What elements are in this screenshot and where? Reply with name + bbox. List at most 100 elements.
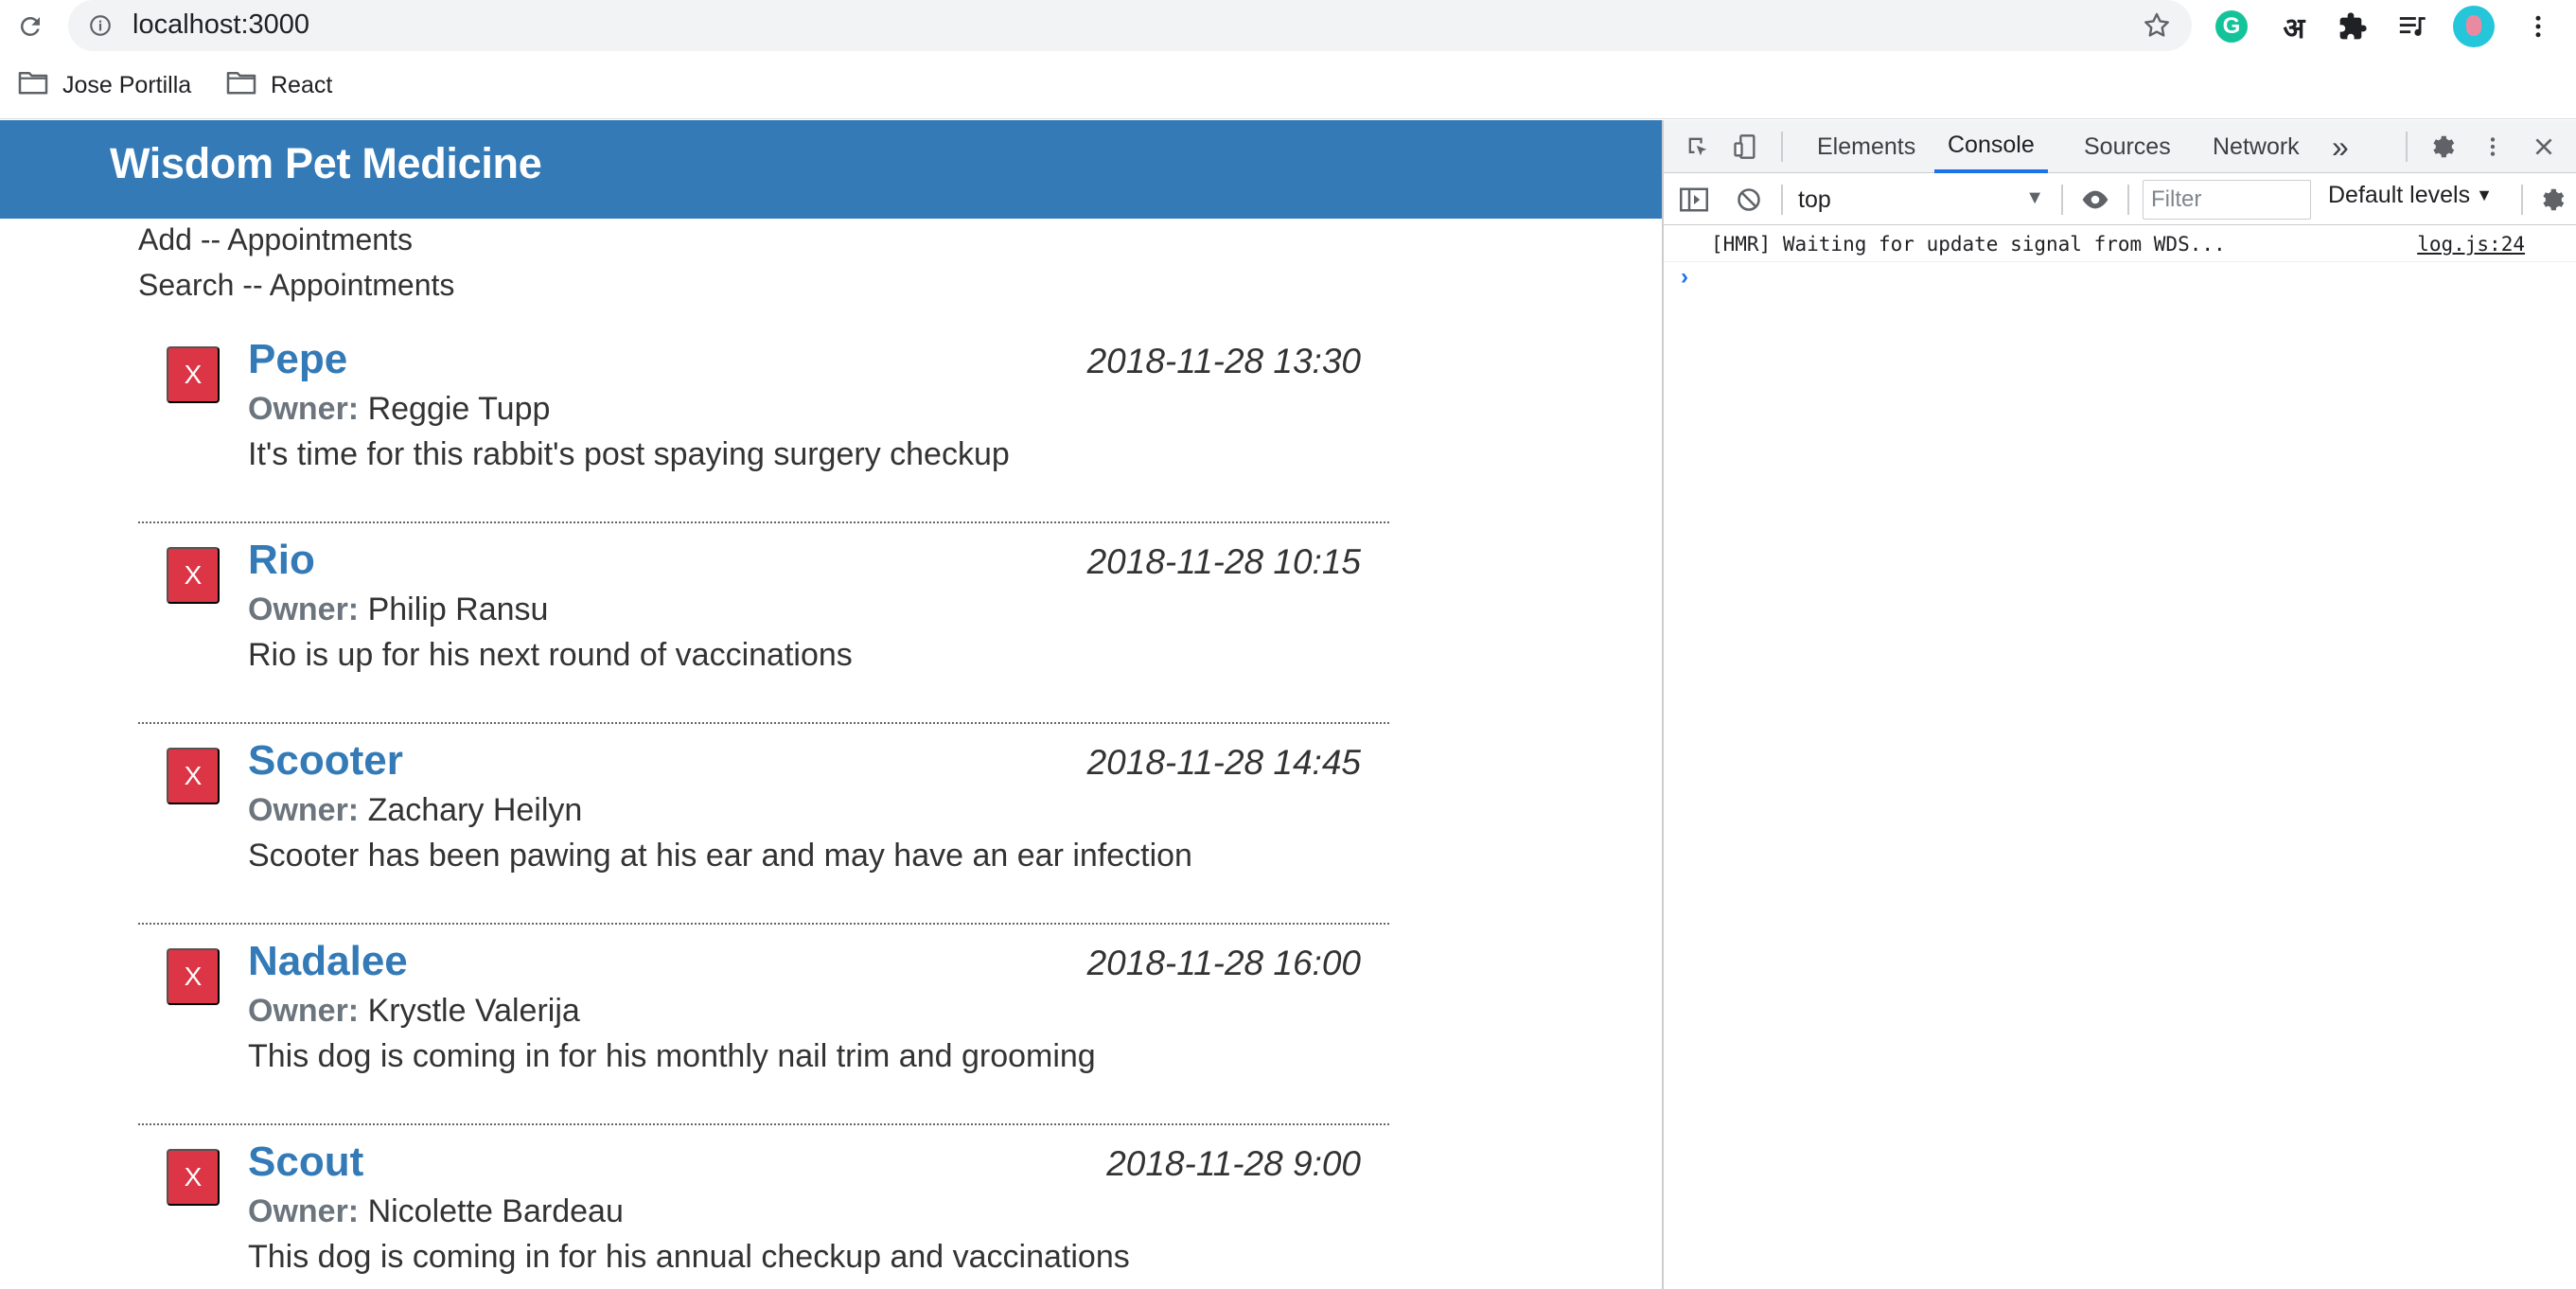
owner-line: Owner: Philip Ransu [248,592,548,628]
bookmark-folder-react[interactable]: React [225,66,332,104]
reload-icon[interactable] [11,8,49,45]
appointment-item: X Pepe 2018-11-28 13:30 Owner: Reggie Tu… [138,323,1389,523]
show-sidebar-icon[interactable] [1677,183,1711,217]
grammarly-glyph: G [2215,10,2248,43]
extensions-puzzle-icon[interactable] [2332,6,2373,47]
console-message: [HMR] Waiting for update signal from WDS… [1711,233,2226,256]
delete-appointment-button[interactable]: X [167,748,220,804]
hindi-extension-icon[interactable]: अ [2273,6,2315,47]
add-appointments-section: Add -- Appointments [138,222,413,256]
tab-network[interactable]: Network [2213,120,2300,173]
toolbar-divider [2127,185,2129,215]
owner-name: Nicolette Bardeau [367,1193,624,1229]
devtools-tab-bar: Elements Console Sources Network » [1664,120,2576,173]
browser-toolbar: localhost:3000 G अ Jose Portilla React [0,0,2576,119]
bookmark-star-icon[interactable] [2141,9,2173,42]
delete-appointment-button[interactable]: X [167,948,220,1005]
appointment-item: X Scooter 2018-11-28 14:45 Owner: Zachar… [138,724,1389,925]
grammarly-extension-icon[interactable]: G [2211,6,2252,47]
toolbar-divider [2406,132,2408,162]
url-text[interactable]: localhost:3000 [132,9,309,41]
appointment-date: 2018-11-28 14:45 [1086,743,1361,782]
owner-name: Krystle Valerija [367,993,580,1029]
appointment-notes: It's time for this rabbit's post spaying… [248,436,1010,472]
bookmark-label: Jose Portilla [62,71,192,98]
owner-name: Philip Ransu [367,592,549,627]
tab-console[interactable]: Console [1934,120,2048,173]
appointment-date: 2018-11-28 13:30 [1086,342,1361,380]
dropdown-arrow-icon: ▼ [2476,185,2493,204]
appointment-item: X Nadalee 2018-11-28 16:00 Owner: Krystl… [138,925,1389,1125]
appointment-date: 2018-11-28 10:15 [1086,542,1361,581]
appointment-notes: This dog is coming in for his monthly na… [248,1038,1096,1074]
console-message-row: [HMR] Waiting for update signal from WDS… [1664,226,2576,262]
devtools-panel: Elements Console Sources Network » top ▼ [1662,120,2576,1289]
site-info-icon[interactable] [87,12,114,39]
log-levels-dropdown[interactable]: Default levels ▼ [2328,182,2493,209]
owner-label: Owner: [248,592,360,627]
delete-appointment-button[interactable]: X [167,1149,220,1206]
appointment-date: 2018-11-28 9:00 [1106,1144,1361,1183]
toolbar-divider [2061,185,2063,215]
address-bar[interactable]: localhost:3000 [68,0,2192,51]
owner-label: Owner: [248,993,360,1029]
tab-elements[interactable]: Elements [1817,120,1915,173]
folder-icon [225,69,257,102]
log-levels-label: Default levels [2328,182,2471,208]
folder-icon [17,69,49,102]
bookmark-folder-jose-portilla[interactable]: Jose Portilla [17,66,191,104]
close-icon[interactable] [2527,130,2561,164]
owner-line: Owner: Krystle Valerija [248,993,580,1030]
console-filter-input[interactable]: Filter [2143,180,2311,220]
app-title[interactable]: Wisdom Pet Medicine [110,139,542,188]
owner-line: Owner: Zachary Heilyn [248,792,582,829]
inspect-element-icon[interactable] [1681,130,1715,164]
appointment-item: X Scout 2018-11-28 9:00 Owner: Nicolette… [138,1125,1389,1289]
page-viewport: Wisdom Pet Medicine Add -- Appointments … [0,120,1662,1289]
browser-menu-icon[interactable] [2517,6,2559,47]
device-toolbar-icon[interactable] [1728,130,1762,164]
owner-name: Zachary Heilyn [367,792,583,828]
appointment-date: 2018-11-28 16:00 [1086,944,1361,982]
profile-avatar[interactable] [2453,6,2495,47]
devtools-menu-icon[interactable] [2476,130,2510,164]
app-navbar: Wisdom Pet Medicine [0,120,1662,219]
appointment-notes: Rio is up for his next round of vaccinat… [248,637,853,673]
appointment-item: X Rio 2018-11-28 10:15 Owner: Philip Ran… [138,523,1389,724]
settings-gear-icon[interactable] [2425,130,2459,164]
toolbar-divider [2521,185,2523,215]
delete-appointment-button[interactable]: X [167,547,220,604]
toolbar-divider [1781,185,1783,215]
pet-name: Scout [248,1139,364,1185]
pet-name: Scooter [248,737,403,784]
live-expression-eye-icon[interactable] [2078,183,2112,217]
owner-line: Owner: Nicolette Bardeau [248,1193,624,1230]
bookmarks-bar: Jose Portilla React [0,62,2576,108]
delete-appointment-button[interactable]: X [167,346,220,403]
search-appointments-section: Search -- Appointments [138,268,455,302]
context-selector[interactable]: top ▼ [1798,182,2048,218]
avatar-image [2453,6,2495,47]
more-tabs-button[interactable]: » [2332,120,2349,173]
bookmark-label: React [271,71,333,98]
console-source-link[interactable]: log.js:24 [2417,233,2525,256]
pet-name: Nadalee [248,938,408,984]
pet-name: Pepe [248,336,348,382]
dropdown-arrow-icon: ▼ [2025,187,2044,208]
owner-label: Owner: [248,792,360,828]
tab-sources[interactable]: Sources [2084,120,2171,173]
console-settings-gear-icon[interactable] [2534,183,2568,217]
toolbar-divider [1781,132,1783,162]
owner-label: Owner: [248,391,360,427]
appointment-notes: Scooter has been pawing at his ear and m… [248,838,1192,874]
hindi-glyph: अ [2283,12,2305,44]
console-prompt[interactable]: › [1681,264,1688,291]
console-toolbar: top ▼ Filter Default levels ▼ [1664,174,2576,225]
owner-line: Owner: Reggie Tupp [248,391,550,428]
media-queue-icon[interactable] [2392,6,2434,47]
owner-name: Reggie Tupp [367,391,551,427]
context-value: top [1798,185,1831,213]
clear-console-icon[interactable] [1732,183,1766,217]
owner-label: Owner: [248,1193,360,1229]
appointment-notes: This dog is coming in for his annual che… [248,1239,1130,1275]
